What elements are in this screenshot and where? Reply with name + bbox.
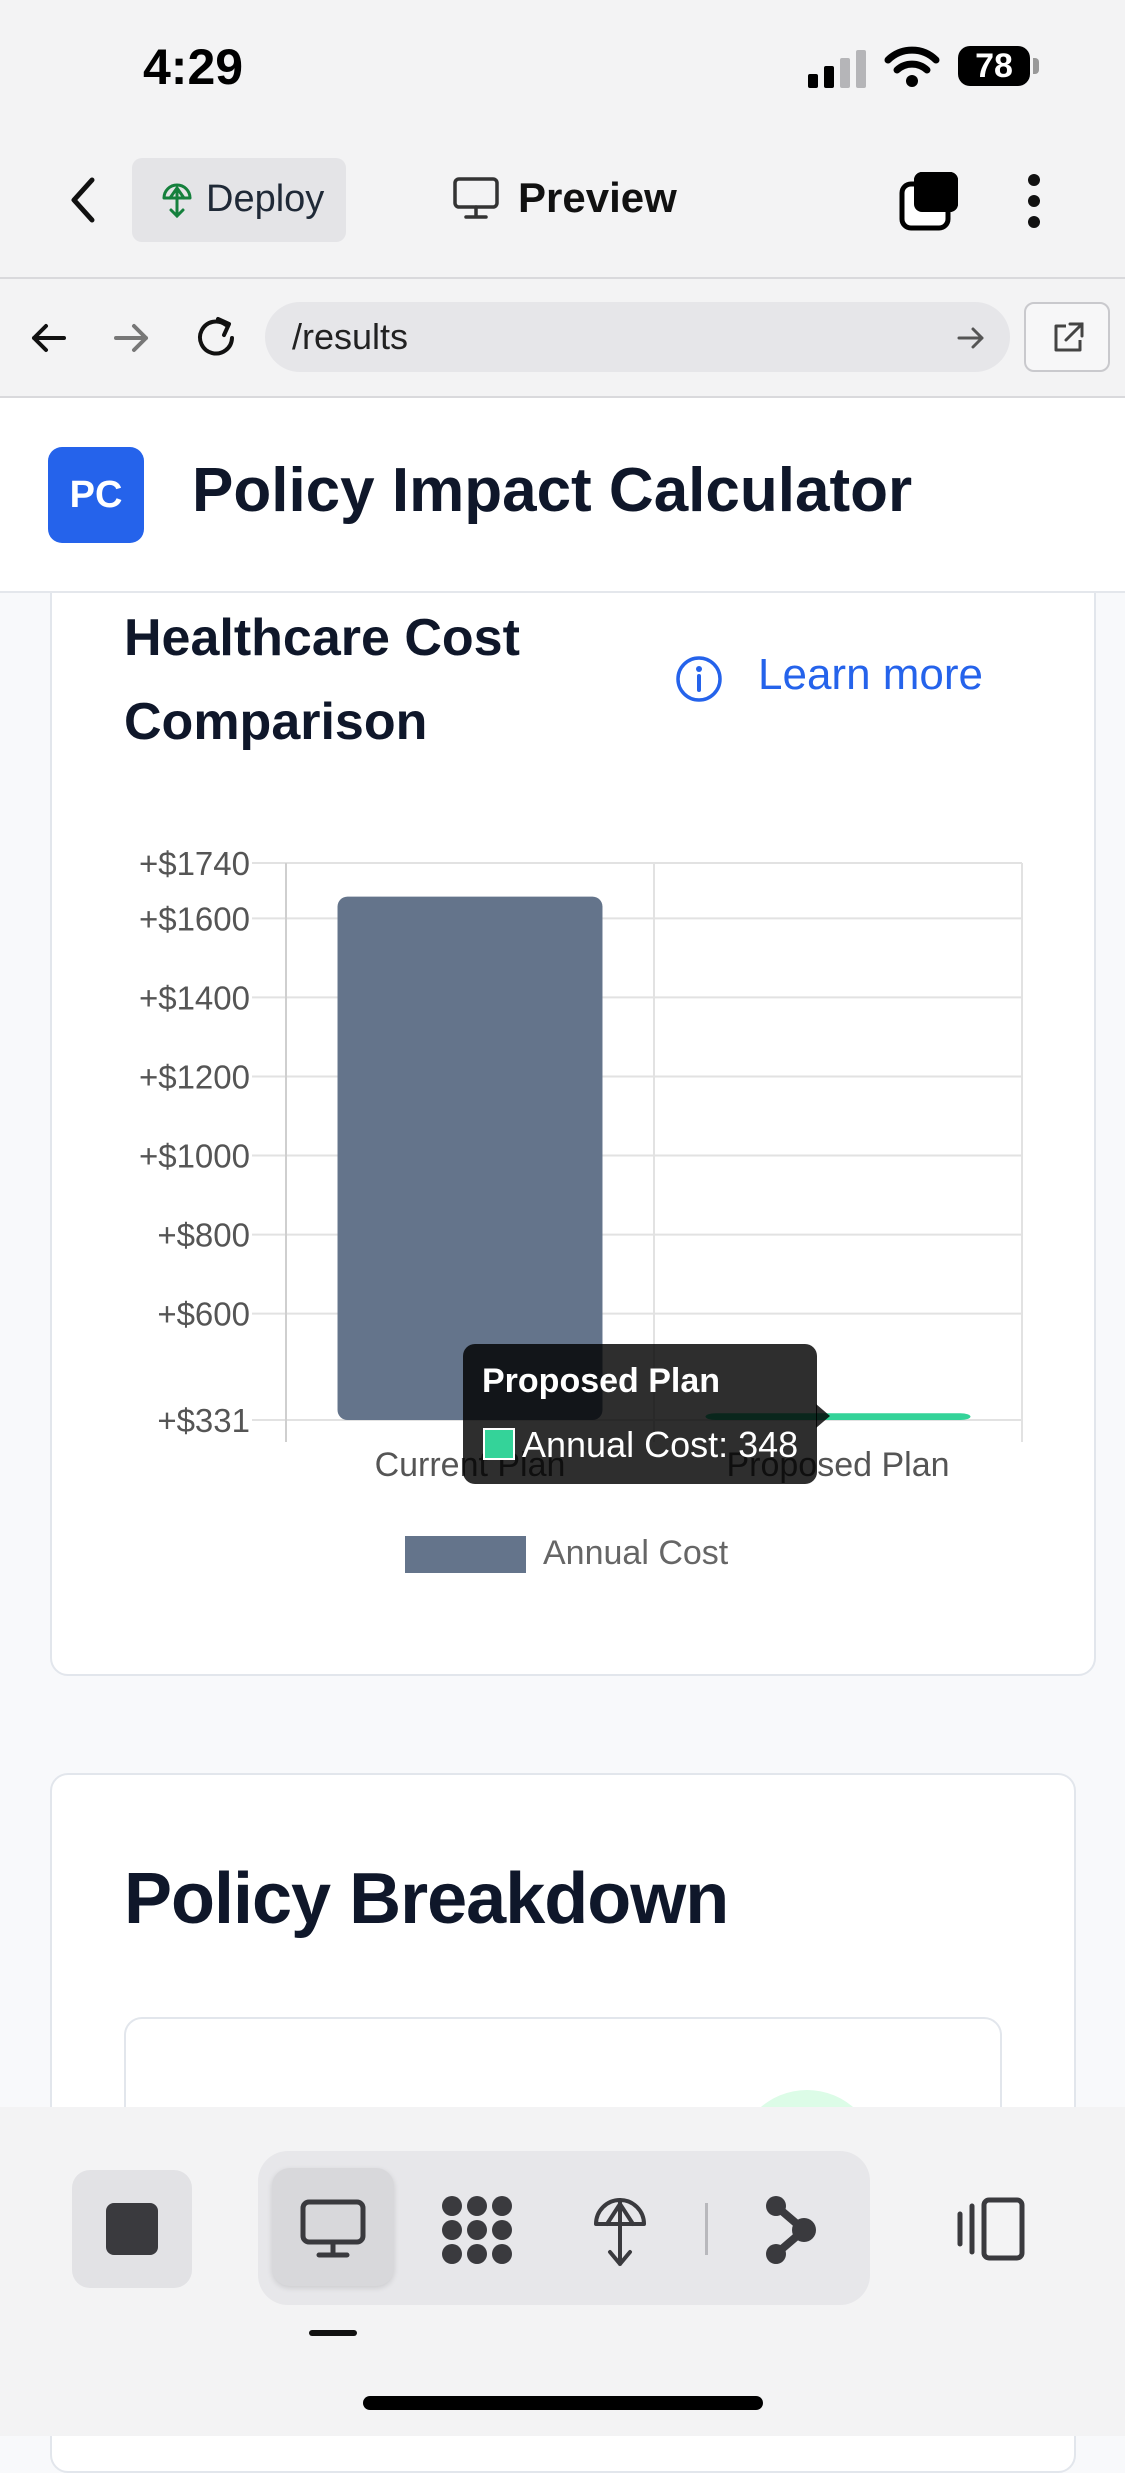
tooltip-caret <box>816 1404 830 1428</box>
legend-label[interactable]: Annual Cost <box>543 1534 728 1573</box>
stop-icon <box>106 2203 158 2255</box>
y-tick-label: +$1740 <box>139 845 250 882</box>
tooltip-swatch <box>483 1428 515 1460</box>
y-tick-label: +$600 <box>157 1296 250 1333</box>
monitor-icon <box>300 2199 366 2258</box>
tooltip-title: Proposed Plan <box>482 1362 721 1400</box>
y-tick-label: +$1600 <box>139 900 250 937</box>
nodes-icon[interactable] <box>440 2194 514 2266</box>
app-logo: PC <box>48 447 144 543</box>
policy-breakdown-title: Policy Breakdown <box>124 1859 729 1939</box>
home-indicator <box>363 2396 763 2410</box>
y-tick-label: +$1000 <box>139 1138 250 1175</box>
device-icon[interactable] <box>956 2196 1026 2262</box>
y-tick-label: +$331 <box>157 1402 250 1439</box>
legend-swatch[interactable] <box>405 1536 526 1573</box>
deploy-icon[interactable] <box>590 2192 650 2268</box>
y-tick-label: +$1200 <box>139 1058 250 1095</box>
tooltip-body: Annual Cost: 348 <box>522 1424 799 1465</box>
switcher-divider <box>705 2203 708 2255</box>
y-tick-label: +$1400 <box>139 979 250 1016</box>
y-tick-label: +$800 <box>157 1217 250 1254</box>
bar-0 <box>337 896 603 1420</box>
active-view-indicator <box>309 2330 357 2336</box>
app-title: Policy Impact Calculator <box>192 456 913 525</box>
share-icon[interactable] <box>764 2194 820 2266</box>
